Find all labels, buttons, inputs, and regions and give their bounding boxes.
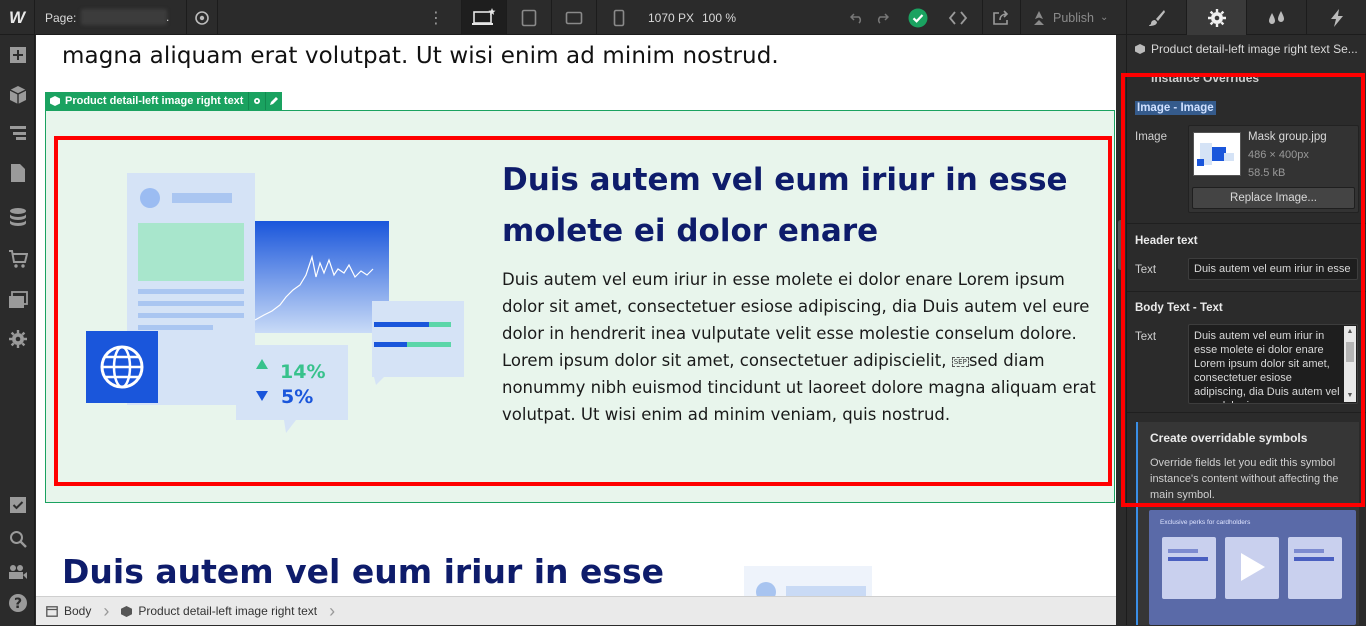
instance-overrides-label: Instance Overrides [1151,71,1260,85]
settings-gear-icon[interactable] [1187,0,1247,35]
more-options-icon[interactable]: ⋮ [428,0,444,35]
top-toolbar: W Page: . ⋮ 1070 PX 100 % Publish ⌄ [0,0,1126,35]
highlight-box-canvas [54,136,1112,486]
symbol-settings-gear-icon[interactable] [248,92,265,110]
breadcrumb-body-label: Body [64,604,92,618]
page-name-suffix: . [166,10,170,24]
image-label: Image [1135,131,1167,143]
settings-icon[interactable] [0,319,35,359]
second-section-headline[interactable]: Duis autem vel eum iriur in esse [62,552,664,591]
breadcrumb-chevron-icon: › [103,600,110,621]
help-icon[interactable]: ? [0,583,35,623]
body-element-icon [46,605,58,617]
symbol-selection-tag[interactable]: Product detail-left image right text [45,92,283,110]
breadcrumb-symbol[interactable]: Product detail-left image right text [111,597,327,626]
symbol-icon [1135,44,1145,54]
breadcrumb-symbol-label: Product detail-left image right text [138,604,318,618]
symbol-tag-label: Product detail-left image right text [65,95,244,107]
section-divider [1127,412,1366,413]
scroll-up-icon[interactable]: ▲ [1344,326,1356,338]
code-export-icon[interactable] [940,0,976,35]
canvas-width-readout: 1070 PX [648,11,695,25]
ecommerce-icon[interactable] [0,239,35,279]
header-text-label: Text [1135,264,1157,276]
mobile-landscape-icon[interactable] [551,0,596,35]
image-override-box[interactable]: Mask group.jpg 486 × 400px 58.5 kB Repla… [1188,125,1359,213]
scroll-down-icon[interactable]: ▼ [1344,390,1356,402]
edit-symbol-pencil-icon[interactable] [265,92,282,110]
page-body-text[interactable]: magna aliquam erat volutpat. Ut wisi eni… [62,43,779,69]
instance-overrides-header[interactable]: Instance Overrides [1127,70,1366,86]
breadcrumb: Body › Product detail-left image right t… [36,596,1116,625]
redo-icon[interactable] [871,0,893,35]
textarea-scrollbar[interactable]: ▲ ▼ [1344,326,1356,402]
webflow-logo[interactable]: W [0,0,35,35]
tablet-breakpoint-icon[interactable] [506,0,551,35]
breadcrumb-body[interactable]: Body [36,597,101,626]
canvas-scrollbar[interactable] [1116,35,1126,625]
rocket-icon [1034,10,1044,25]
style-brush-icon[interactable] [1127,0,1187,35]
desktop-breakpoint-icon[interactable] [461,0,506,35]
preview-eye-icon[interactable] [186,0,218,35]
body-text-section-title: Body Text - Text [1135,302,1223,314]
second-section-illustration [744,566,872,596]
share-icon[interactable] [982,0,1018,35]
section-divider [1127,223,1366,224]
image-filesize: 58.5 kB [1248,167,1286,179]
designer-canvas[interactable]: magna aliquam erat volutpat. Ut wisi eni… [36,35,1116,596]
selected-element-label: Product detail-left image right text Se.… [1151,42,1358,56]
right-settings-panel: Product detail-left image right text Se.… [1126,0,1366,625]
info-card-title: Create overridable symbols [1150,431,1308,445]
section-divider [1127,291,1366,292]
symbol-icon [50,96,60,106]
overridable-symbols-info-card: Create overridable symbols Override fiel… [1136,422,1359,625]
add-icon[interactable] [0,35,35,75]
body-text-value: Duis autem vel eum iriur in esse molete … [1194,330,1340,403]
svg-text:?: ? [13,596,21,612]
video-caption: Exclusive perks for cardholders [1160,519,1251,526]
left-toolbar: ? [0,35,35,625]
image-section-title: Image - Image [1135,101,1216,115]
panel-tabs [1127,0,1366,35]
breadcrumb-chevron-icon: › [329,600,336,621]
cms-icon[interactable] [0,197,35,237]
interactions-drops-icon[interactable] [1247,0,1307,35]
info-card-description: Override fields let you edit this symbol… [1150,457,1339,501]
image-dimensions: 486 × 400px [1248,149,1309,161]
image-filename: Mask group.jpg [1248,131,1327,143]
image-thumbnail [1193,132,1241,176]
undo-icon[interactable] [846,0,868,35]
replace-image-button[interactable]: Replace Image... [1192,187,1355,209]
header-text-section-title: Header text [1135,235,1198,247]
symbol-icon [121,605,133,617]
navigator-icon[interactable] [0,113,35,153]
page-label: Page: [45,11,77,25]
assets-icon[interactable] [0,280,35,320]
body-text-textarea[interactable]: Duis autem vel eum iriur in esse molete … [1188,324,1358,404]
selected-element-title: Product detail-left image right text Se.… [1135,42,1365,56]
body-text-label: Text [1135,331,1157,343]
lightning-icon[interactable] [1307,0,1366,35]
publish-label: Publish [1053,10,1094,25]
publish-button[interactable]: Publish ⌄ [1020,0,1126,35]
chevron-down-icon: ⌄ [1100,12,1109,23]
page-name-blurred[interactable] [81,9,167,25]
tutorial-video-thumbnail[interactable]: Exclusive perks for cardholders [1149,510,1356,625]
header-text-input[interactable]: Duis autem vel eum iriur in esse [1188,258,1358,280]
symbols-icon[interactable] [0,75,35,115]
play-icon[interactable] [1241,553,1265,581]
mobile-portrait-icon[interactable] [596,0,641,35]
zoom-readout: 100 % [702,11,737,25]
site-status-ok-icon[interactable] [901,0,935,35]
pages-icon[interactable] [0,153,35,193]
